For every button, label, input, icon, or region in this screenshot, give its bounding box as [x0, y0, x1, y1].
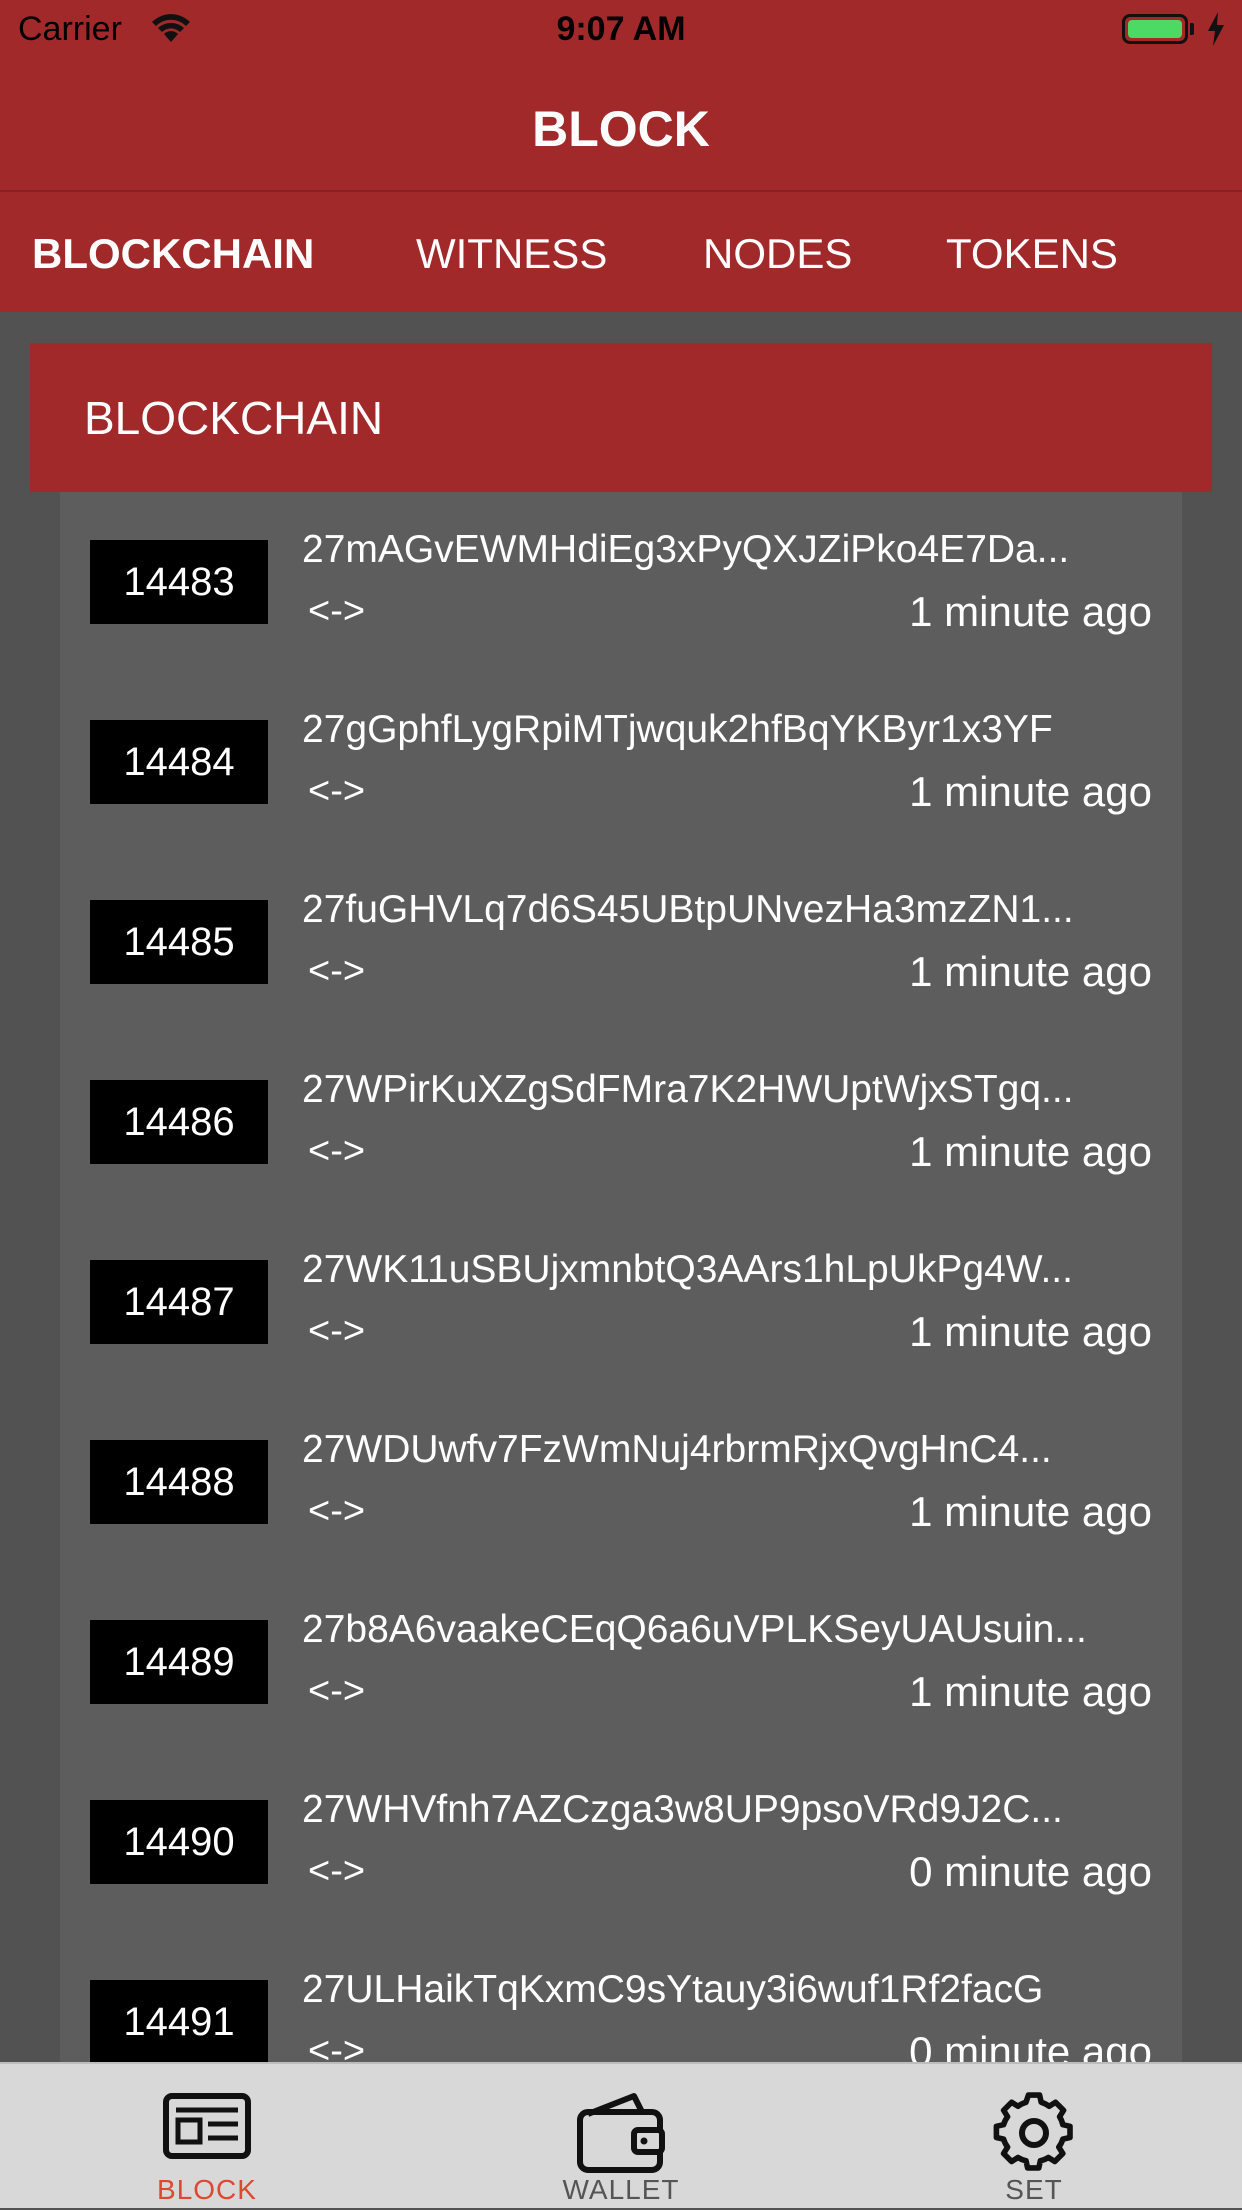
block-age: 1 minute ago [909, 588, 1152, 635]
block-row[interactable]: 14491 27ULHaikTqKxmC9sYtauy3i6wuf1Rf2fac… [60, 1932, 1182, 2062]
block-age: 1 minute ago [909, 1668, 1152, 1715]
link-arrows: <-> [308, 1670, 366, 1712]
block-number: 14484 [90, 720, 268, 804]
block-number: 14491 [90, 1980, 268, 2062]
block-hash: 27WPirKuXZgSdFMra7K2HWUptWjxSTgq... [302, 1068, 1074, 1111]
tab-witness[interactable]: WITNESS [416, 230, 607, 278]
block-number: 14483 [90, 540, 268, 624]
tab-label: BLOCK [157, 2174, 257, 2205]
block-age: 1 minute ago [909, 768, 1152, 815]
page-title: BLOCK [532, 101, 710, 157]
block-row[interactable]: 14490 27WHVfnh7AZCzga3w8UP9psoVRd9J2C...… [60, 1752, 1182, 1932]
block-row[interactable]: 14484 27gGphfLygRpiMTjwquk2hfBqYKByr1x3Y… [60, 672, 1182, 852]
block-age: 0 minute ago [909, 2028, 1152, 2062]
status-bar: Carrier 9:07 AM [0, 0, 1242, 60]
block-age: 1 minute ago [909, 1308, 1152, 1355]
tab-wallet[interactable]: WALLET [511, 2064, 731, 2210]
top-tab-bar: BLOCKCHAIN WITNESS NODES TOKENS [0, 192, 1242, 312]
link-arrows: <-> [308, 2030, 366, 2062]
link-arrows: <-> [308, 1490, 366, 1532]
battery-icon [1122, 14, 1188, 44]
link-arrows: <-> [308, 950, 366, 992]
tab-label: WALLET [562, 2174, 680, 2205]
block-number: 14490 [90, 1800, 268, 1884]
block-number: 14485 [90, 900, 268, 984]
block-age: 1 minute ago [909, 1488, 1152, 1535]
block-hash: 27gGphfLygRpiMTjwquk2hfBqYKByr1x3YF [302, 708, 1053, 751]
link-arrows: <-> [308, 1310, 366, 1352]
block-hash: 27mAGvEWMHdiEg3xPyQXJZiPko4E7Da... [302, 528, 1070, 571]
block-hash: 27WHVfnh7AZCzga3w8UP9psoVRd9J2C... [302, 1788, 1063, 1831]
link-arrows: <-> [308, 590, 366, 632]
charging-bolt-icon [1206, 12, 1226, 51]
block-row[interactable]: 14485 27fuGHVLq7d6S45UBtpUNvezHa3mzZN1..… [60, 852, 1182, 1032]
block-hash: 27b8A6vaakeCEqQ6a6uVPLKSeyUAUsuin... [302, 1608, 1087, 1651]
block-age: 1 minute ago [909, 1128, 1152, 1175]
bottom-tab-bar: BLOCK WALLET SET [0, 2062, 1242, 2208]
link-arrows: <-> [308, 1130, 366, 1172]
clock: 9:07 AM [556, 10, 686, 48]
block-hash: 27WDUwfv7FzWmNuj4rbrmRjxQvgHnC4... [302, 1428, 1052, 1471]
tab-label: SET [1005, 2174, 1063, 2205]
block-age: 0 minute ago [909, 1848, 1152, 1895]
section-header: BLOCKCHAIN [30, 343, 1212, 492]
block-number: 14487 [90, 1260, 268, 1344]
battery-tip [1190, 23, 1194, 35]
tab-block[interactable]: BLOCK [97, 2064, 317, 2210]
link-arrows: <-> [308, 770, 366, 812]
tab-tokens[interactable]: TOKENS [946, 230, 1118, 278]
block-number: 14486 [90, 1080, 268, 1164]
wallet-icon [577, 2093, 665, 2173]
block-row[interactable]: 14483 27mAGvEWMHdiEg3xPyQXJZiPko4E7Da...… [60, 492, 1182, 672]
block-list[interactable]: 14483 27mAGvEWMHdiEg3xPyQXJZiPko4E7Da...… [60, 492, 1182, 2062]
block-row[interactable]: 14486 27WPirKuXZgSdFMra7K2HWUptWjxSTgq..… [60, 1032, 1182, 1212]
block-row[interactable]: 14489 27b8A6vaakeCEqQ6a6uVPLKSeyUAUsuin.… [60, 1572, 1182, 1752]
block-number: 14488 [90, 1440, 268, 1524]
block-age: 1 minute ago [909, 948, 1152, 995]
newspaper-icon [163, 2093, 251, 2159]
tab-set[interactable]: SET [924, 2064, 1144, 2210]
block-hash: 27fuGHVLq7d6S45UBtpUNvezHa3mzZN1... [302, 888, 1074, 931]
link-arrows: <-> [308, 1850, 366, 1892]
navigation-bar: BLOCK [0, 60, 1242, 192]
block-hash: 27WK11uSBUjxmnbtQ3AArs1hLpUkPg4W... [302, 1248, 1073, 1291]
block-row[interactable]: 14487 27WK11uSBUjxmnbtQ3AArs1hLpUkPg4W..… [60, 1212, 1182, 1392]
tab-blockchain[interactable]: BLOCKCHAIN [32, 230, 314, 278]
block-row[interactable]: 14488 27WDUwfv7FzWmNuj4rbrmRjxQvgHnC4...… [60, 1392, 1182, 1572]
gear-icon [993, 2092, 1073, 2171]
block-hash: 27ULHaikTqKxmC9sYtauy3i6wuf1Rf2facG [302, 1968, 1044, 2011]
block-number: 14489 [90, 1620, 268, 1704]
tab-nodes[interactable]: NODES [703, 230, 852, 278]
section-title: BLOCKCHAIN [84, 392, 384, 444]
